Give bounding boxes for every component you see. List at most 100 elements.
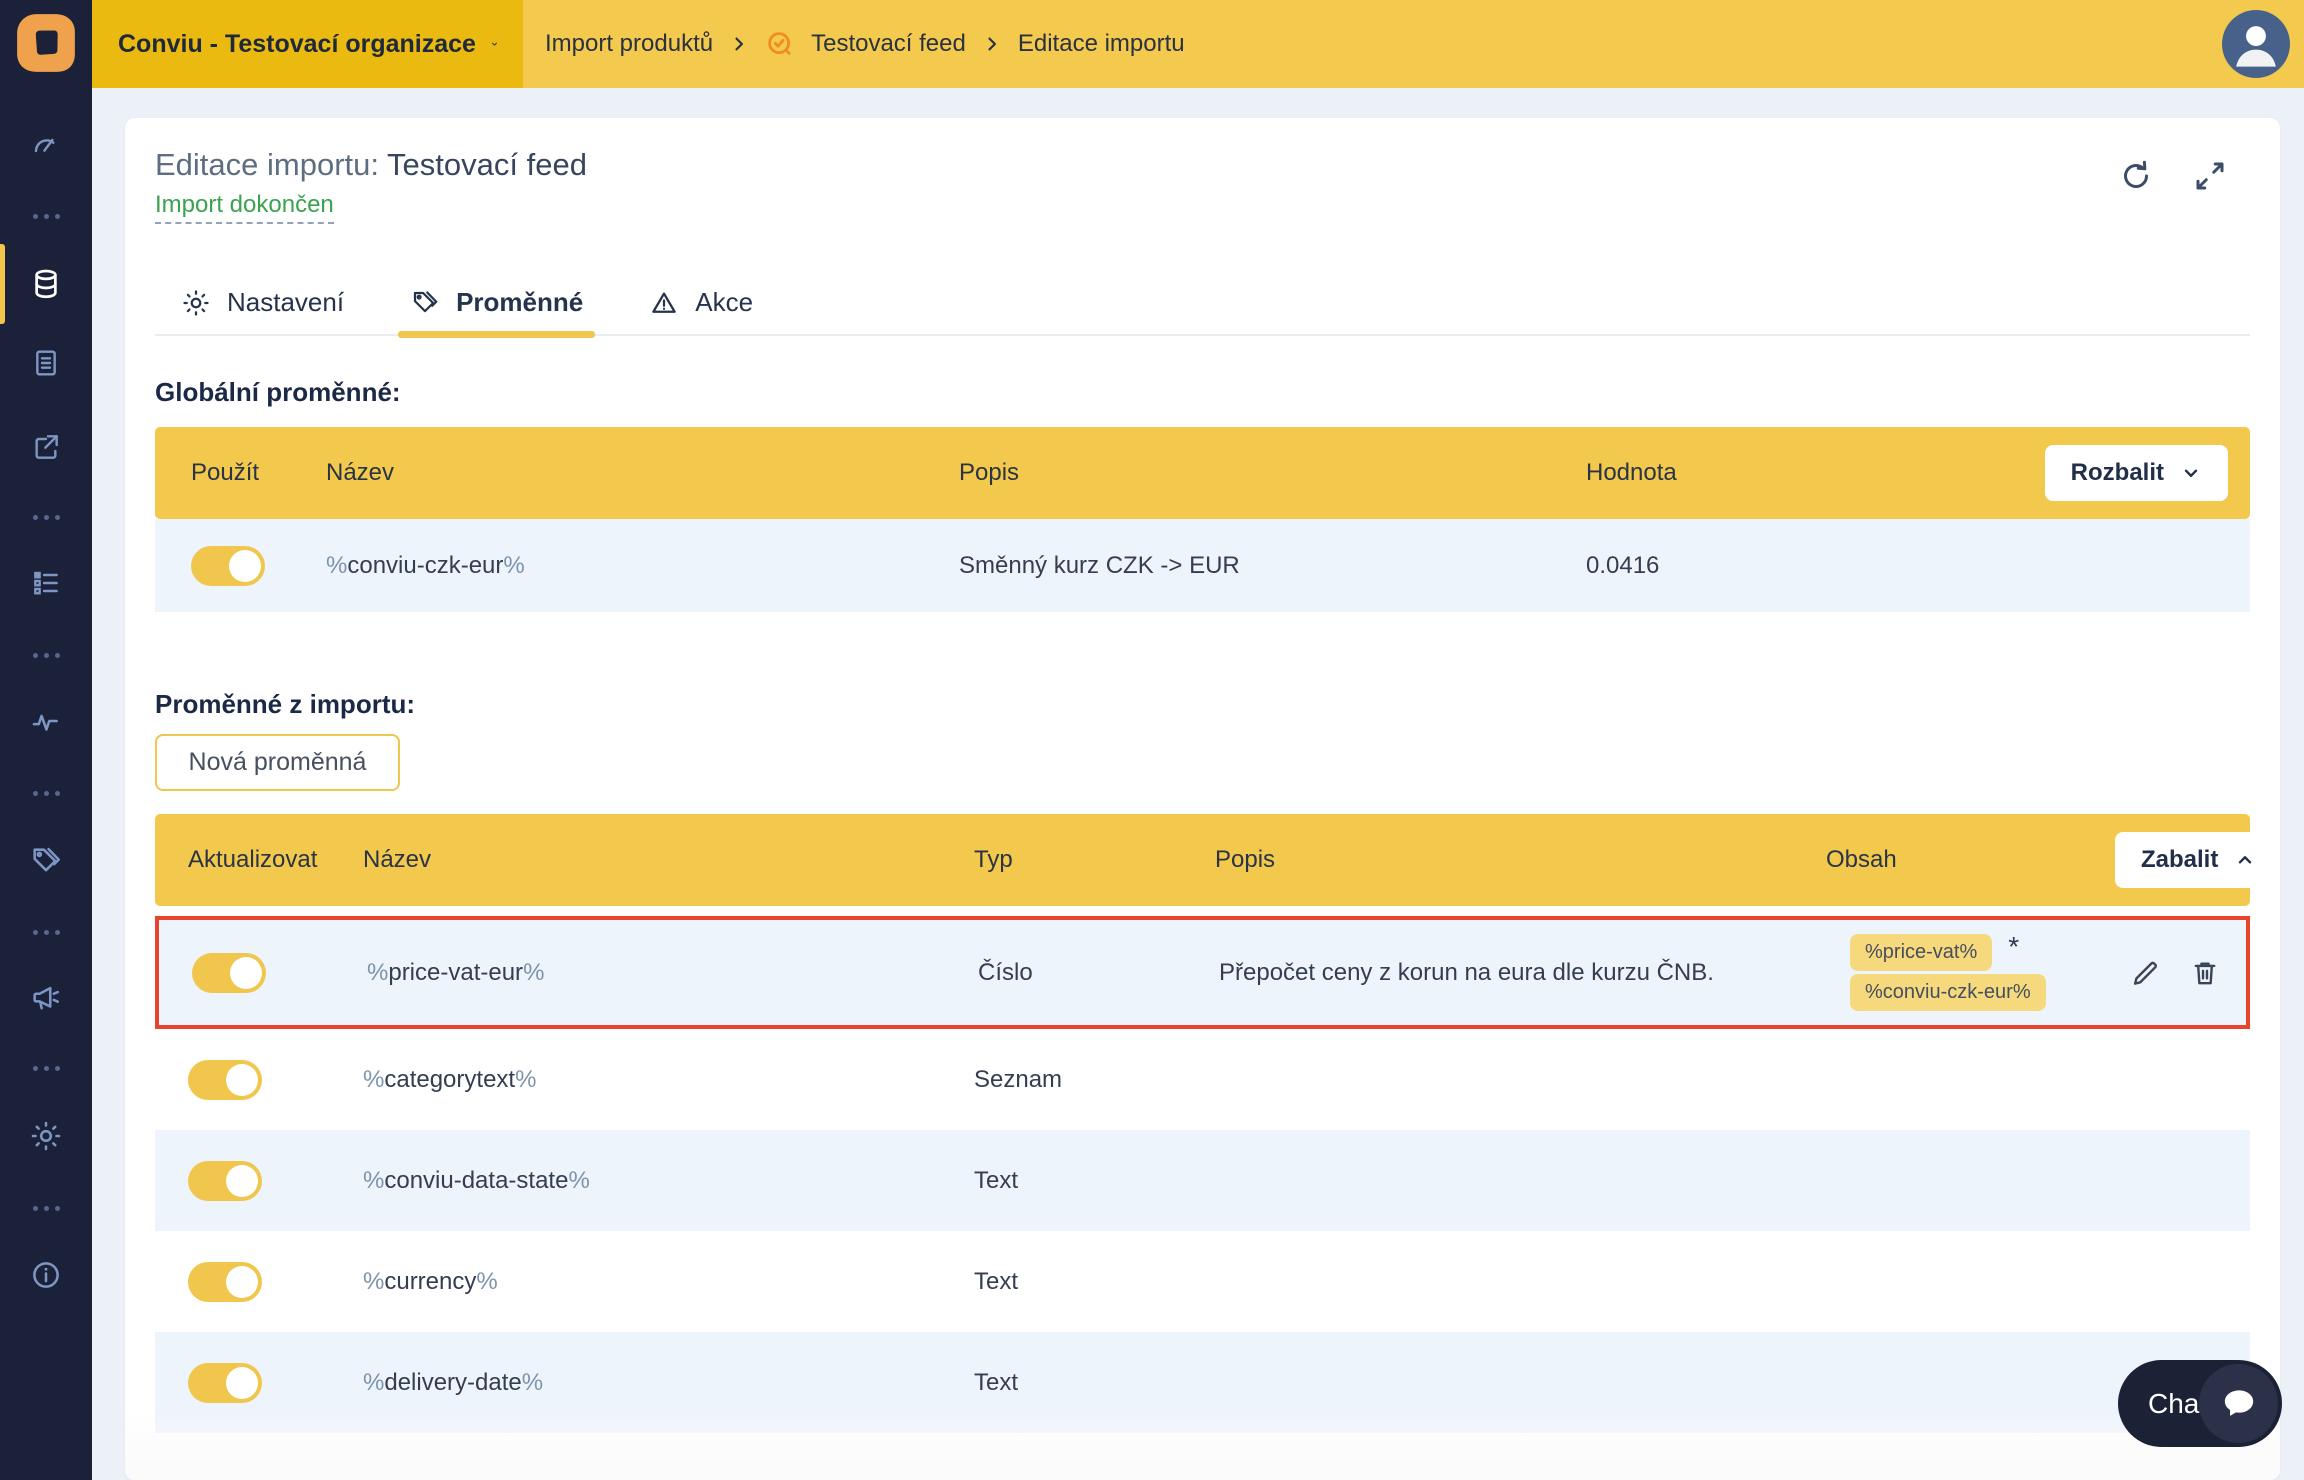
column-typ: Typ (974, 846, 1013, 873)
global-variables-heading: Globální proměnné: (155, 377, 401, 407)
main-content: Editace importu: Testovací feed Import d… (92, 88, 2304, 1480)
sidebar-item-announcements[interactable] (0, 976, 92, 1020)
organization-name: Conviu - Testovací organizace (118, 29, 476, 58)
pulse-icon (32, 714, 58, 731)
breadcrumb-editace-importu[interactable]: Editace importu (1018, 30, 1185, 58)
variable-type: Seznam (974, 1065, 1063, 1093)
card-actions (2118, 158, 2228, 194)
import-variable-row-delivery-date: %delivery-date% Text (155, 1332, 2250, 1433)
toggle-update-categorytext[interactable] (188, 1059, 262, 1100)
column-pouzit: Použít (191, 459, 260, 486)
sidebar-item-settings[interactable] (0, 1114, 92, 1158)
import-status-link[interactable]: Import dokončen (155, 190, 334, 224)
expand-icon (2196, 162, 2224, 190)
content-tag[interactable]: %price-vat% (1850, 934, 1993, 971)
breadcrumb-import-produktu[interactable]: Import produktů (545, 30, 713, 58)
variable-name: %conviu-czk-eur% (326, 551, 525, 579)
tab-akce[interactable]: Akce (649, 287, 753, 334)
sidebar-dots-icon (0, 515, 92, 520)
tab-label: Nastavení (227, 287, 345, 317)
toggle-knob (226, 1265, 258, 1298)
import-variable-row-currency: %currency% Text (155, 1231, 2250, 1332)
user-avatar[interactable] (2222, 10, 2290, 78)
share-export-icon (35, 435, 58, 459)
variable-name: %categorytext% (363, 1065, 537, 1093)
sidebar-dots-icon (0, 930, 92, 935)
row-actions (2128, 956, 2222, 990)
variable-type: Text (974, 1470, 1215, 1480)
column-popis: Popis (959, 459, 1020, 486)
checklist-icon (34, 571, 58, 595)
column-hodnota: Hodnota (1586, 459, 1677, 486)
content-tag[interactable]: %conviu-czk-eur% (1850, 974, 2046, 1011)
tab-nastaveni[interactable]: Nastavení (181, 287, 344, 334)
toggle-knob (226, 1366, 258, 1399)
warning-triangle-icon (652, 292, 676, 313)
refresh-button[interactable] (2118, 158, 2154, 194)
dashboard-gauge-icon (34, 138, 55, 153)
content-operator: * (2008, 931, 2020, 962)
toggle-update-description[interactable] (188, 1463, 262, 1480)
chevron-down-icon (2184, 469, 2198, 477)
toggle-update-price-vat-eur[interactable] (192, 952, 266, 993)
toggle-use-conviu-czk-eur[interactable] (191, 545, 265, 586)
gear-icon (31, 1121, 61, 1151)
column-popis: Popis (1215, 846, 1276, 873)
variable-value: 0.0416 (1586, 551, 1660, 579)
import-variable-row-description: %description% Text (155, 1433, 2250, 1480)
variable-name: %currency% (363, 1267, 498, 1295)
info-icon (33, 1262, 59, 1288)
global-table-header: Použít Název Popis Hodnota Rozbalit (155, 427, 2250, 519)
expand-fullscreen-button[interactable] (2192, 158, 2228, 194)
toggle-update-delivery-date[interactable] (188, 1362, 262, 1403)
chevron-down-icon (491, 42, 498, 46)
delete-variable-button[interactable] (2188, 956, 2222, 990)
variable-type: Číslo (978, 958, 1033, 986)
import-table-header: Aktualizovat Název Typ Popis Obsah Zabal… (155, 814, 2280, 906)
conviu-logo[interactable] (13, 10, 79, 76)
gear-icon (183, 289, 209, 316)
toggle-update-currency[interactable] (188, 1261, 262, 1302)
person-icon (2236, 26, 2276, 67)
topbar: Conviu - Testovací organizace Import pro… (92, 0, 2304, 88)
toggle-knob (230, 956, 262, 989)
sidebar-item-data[interactable] (0, 262, 92, 306)
sidebar-item-documents[interactable] (0, 341, 92, 385)
tab-promenne[interactable]: Proměnné (398, 287, 596, 338)
sidebar-item-dashboard[interactable] (0, 123, 92, 167)
rozbalit-label: Rozbalit (2070, 459, 2164, 486)
import-edit-card: Editace importu: Testovací feed Import d… (125, 118, 2280, 1480)
variable-type: Text (974, 1166, 1019, 1194)
rozbalit-button[interactable]: Rozbalit (2044, 445, 2228, 501)
toggle-update-conviu-data-state[interactable] (188, 1160, 262, 1201)
chevron-right-icon (988, 37, 996, 51)
sidebar-dots-icon (0, 214, 92, 219)
zabalit-button[interactable]: Zabalit (2115, 832, 2280, 888)
tag-icon (413, 290, 438, 312)
tab-bar: Nastavení Proměnné Akce (155, 287, 2250, 338)
organization-selector[interactable]: Conviu - Testovací organizace (92, 0, 523, 88)
sidebar-item-tags[interactable] (0, 839, 92, 883)
sidebar-item-info[interactable] (0, 1253, 92, 1297)
variable-name: %delivery-date% (363, 1368, 544, 1396)
sidebar-dots-icon (0, 1206, 92, 1211)
sidebar-dots-icon (0, 653, 92, 658)
refresh-icon (2124, 160, 2148, 188)
variable-name: %description% (363, 1470, 974, 1480)
sidebar-item-lists[interactable] (0, 561, 92, 605)
document-icon (36, 350, 56, 376)
page-title-feed-name: Testovací feed (387, 147, 587, 182)
sidebar-item-export[interactable] (0, 425, 92, 469)
new-variable-button[interactable]: Nová proměnná (155, 734, 400, 791)
tab-label: Proměnné (456, 287, 584, 317)
edit-variable-button[interactable] (2128, 956, 2162, 990)
toggle-knob (226, 1164, 258, 1197)
variable-description: Směnný kurz CZK -> EUR (959, 551, 1240, 579)
megaphone-icon (33, 986, 60, 1010)
sidebar-dots-icon (0, 791, 92, 796)
chat-widget-button[interactable]: Chat (2118, 1360, 2282, 1447)
sidebar-item-activity[interactable] (0, 700, 92, 744)
database-icon (35, 269, 57, 299)
column-obsah: Obsah (1826, 846, 1897, 873)
breadcrumb-testovaci-feed[interactable]: Testovací feed (811, 30, 966, 58)
